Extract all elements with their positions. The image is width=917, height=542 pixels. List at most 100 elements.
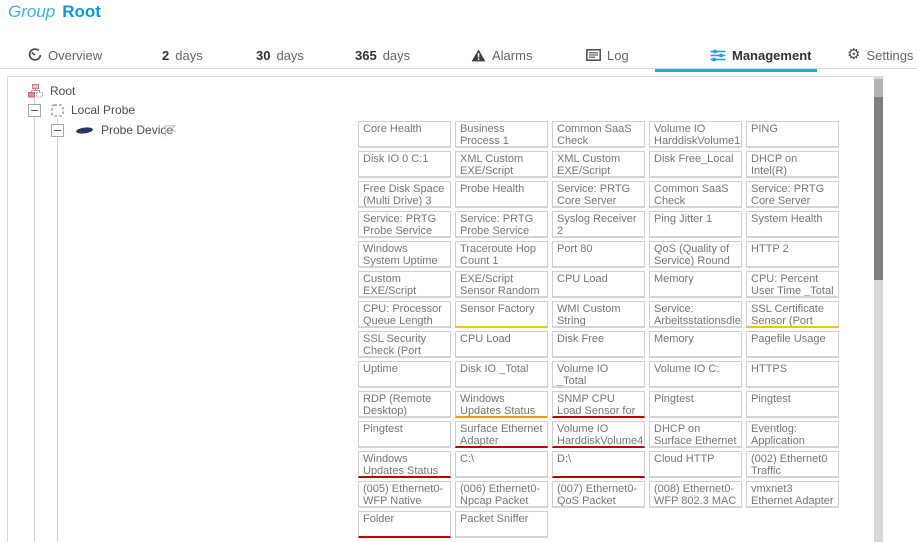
- sensor-cell[interactable]: Cloud HTTP: [649, 451, 742, 478]
- sensor-cell[interactable]: Common SaaS Check: [552, 121, 645, 148]
- sensor-cell[interactable]: HTTP 2: [746, 241, 839, 268]
- sensor-cell[interactable]: WMI Custom String: [552, 301, 645, 328]
- sensor-cell[interactable]: (006) Ethernet0-Npcap Packet: [455, 481, 548, 508]
- sensor-cell[interactable]: Pagefile Usage: [746, 331, 839, 358]
- sensor-cell[interactable]: vmxnet3 Ethernet Adapter: [746, 481, 839, 508]
- sensor-cell[interactable]: Folder: [358, 511, 451, 538]
- sensor-cell[interactable]: Core Health: [358, 121, 451, 148]
- sensor-cell[interactable]: SSL Security Check (Port 443): [358, 331, 451, 358]
- sliders-icon: [710, 49, 726, 62]
- sensor-cell[interactable]: Uptime: [358, 361, 451, 388]
- sensor-cell[interactable]: Traceroute Hop Count 1: [455, 241, 548, 268]
- page-title: GroupRoot: [8, 2, 101, 22]
- sensor-cell[interactable]: Pingtest: [358, 421, 451, 448]
- tab-management-label: Management: [732, 48, 811, 63]
- sensor-cell[interactable]: Ping Jitter 1: [649, 211, 742, 238]
- tab-2-days-number: 2: [162, 48, 169, 63]
- tab-365-days-label: days: [383, 48, 410, 63]
- sensor-cell[interactable]: C:\: [455, 451, 548, 478]
- collapse-toggle-icon[interactable]: [51, 124, 64, 137]
- sensor-cell[interactable]: HTTPS: [746, 361, 839, 388]
- tab-2-days-label: days: [175, 48, 202, 63]
- tab-management[interactable]: Management: [710, 44, 811, 66]
- content-panel-top-border: [7, 76, 884, 77]
- sensor-cell[interactable]: XML Custom EXE/Script Sensor: [552, 151, 645, 178]
- sensor-cell[interactable]: EXE/Script Sensor Random number: [455, 271, 548, 298]
- sensor-cell[interactable]: Free Disk Space (Multi Drive) 3: [358, 181, 451, 208]
- tree-item-probe-device[interactable]: Probe Device: [51, 123, 173, 137]
- sensor-cell[interactable]: Pingtest: [649, 391, 742, 418]
- sensor-cell[interactable]: Probe Health: [455, 181, 548, 208]
- sensor-cell[interactable]: DHCP on Intel(R) PRO/1000 MT: [746, 151, 839, 178]
- flag-icon[interactable]: [163, 124, 177, 142]
- sensor-cell[interactable]: Windows Updates Status: [455, 391, 548, 418]
- tree-item-local-probe-label: Local Probe: [71, 103, 135, 117]
- tab-log[interactable]: Log: [586, 44, 629, 66]
- sensor-cell[interactable]: Packet Sniffer: [455, 511, 548, 538]
- tab-30-days[interactable]: 30 days: [256, 44, 304, 66]
- tab-2-days[interactable]: 2 days: [162, 44, 203, 66]
- sensor-cell[interactable]: CPU Load: [552, 271, 645, 298]
- sensor-cell[interactable]: Syslog Receiver 2: [552, 211, 645, 238]
- sensor-cell[interactable]: Disk Free: [552, 331, 645, 358]
- tree-guide-line: [57, 118, 58, 542]
- sensor-cell[interactable]: System Health: [746, 211, 839, 238]
- tab-overview-label: Overview: [48, 48, 102, 63]
- sensor-cell[interactable]: Common SaaS Check: [649, 181, 742, 208]
- tab-alarms[interactable]: Alarms: [471, 44, 532, 66]
- sensor-cell[interactable]: Business Process 1: [455, 121, 548, 148]
- sensor-cell[interactable]: Eventlog: Application: [746, 421, 839, 448]
- group-icon: [28, 84, 43, 98]
- sensor-cell[interactable]: Windows Updates Status: [358, 451, 451, 478]
- sensor-cell[interactable]: D:\: [552, 451, 645, 478]
- tree-item-root[interactable]: Root: [28, 84, 75, 98]
- sensor-cell[interactable]: SSL Certificate Sensor (Port 443): [746, 301, 839, 328]
- sensor-cell[interactable]: Service: PRTG Core Server Service: [552, 181, 645, 208]
- sensor-cell[interactable]: (002) Ethernet0 Traffic: [746, 451, 839, 478]
- tab-alarms-label: Alarms: [492, 48, 532, 63]
- tab-365-days[interactable]: 365 days: [355, 44, 410, 66]
- sensor-cell[interactable]: CPU: Percent User Time _Total: [746, 271, 839, 298]
- sensor-cell[interactable]: Memory: [649, 271, 742, 298]
- sensor-cell[interactable]: (007) Ethernet0-QoS Packet: [552, 481, 645, 508]
- sensor-cell[interactable]: Volume IO HarddiskVolume4: [552, 421, 645, 448]
- sensor-cell[interactable]: XML Custom EXE/Script Sensor: [455, 151, 548, 178]
- tab-settings[interactable]: ⚙ Settings: [847, 44, 913, 66]
- sensor-cell[interactable]: Memory: [649, 331, 742, 358]
- content-panel-left-border: [7, 76, 8, 542]
- sensor-cell[interactable]: Disk Free_Local: [649, 151, 742, 178]
- sensor-cell[interactable]: (008) Ethernet0-WFP 802.3 MAC: [649, 481, 742, 508]
- sensor-cell[interactable]: DHCP on Surface Ethernet Adapter: [649, 421, 742, 448]
- scrollbar-upper-segment: [874, 79, 883, 97]
- sensor-cell[interactable]: Custom EXE/Script Sensor 1: [358, 271, 451, 298]
- tab-overview[interactable]: Overview: [28, 44, 102, 66]
- sensor-cell[interactable]: Pingtest: [746, 391, 839, 418]
- vertical-scrollbar[interactable]: [874, 77, 883, 542]
- tab-30-days-label: days: [276, 48, 303, 63]
- sensor-cell[interactable]: Service: Arbeitsstationsdie…: [649, 301, 742, 328]
- collapse-toggle-icon[interactable]: [28, 104, 41, 117]
- sensor-cell[interactable]: Service: PRTG Probe Service: [455, 211, 548, 238]
- tree-item-local-probe[interactable]: Local Probe: [28, 103, 135, 117]
- sensor-cell[interactable]: Disk IO _Total: [455, 361, 548, 388]
- tab-log-label: Log: [607, 48, 629, 63]
- sensor-cell[interactable]: Disk IO 0 C:1: [358, 151, 451, 178]
- sensor-cell[interactable]: (005) Ethernet0-WFP Native MAC: [358, 481, 451, 508]
- sensor-cell[interactable]: QoS (Quality of Service) Round Trip: [649, 241, 742, 268]
- sensor-cell[interactable]: Sensor Factory: [455, 301, 548, 328]
- sensor-cell[interactable]: RDP (Remote Desktop): [358, 391, 451, 418]
- sensor-cell[interactable]: Volume IO _Total: [552, 361, 645, 388]
- sensor-cell[interactable]: CPU: Processor Queue Length: [358, 301, 451, 328]
- object-name: Root: [62, 2, 101, 21]
- sensor-cell[interactable]: Port 80: [552, 241, 645, 268]
- sensor-cell[interactable]: SNMP CPU Load Sensor for Asako: [552, 391, 645, 418]
- sensor-cell[interactable]: Service: PRTG Core Server Service: [746, 181, 839, 208]
- sensor-cell[interactable]: Windows System Uptime 2: [358, 241, 451, 268]
- sensor-cell[interactable]: CPU Load: [455, 331, 548, 358]
- sensor-cell[interactable]: Service: PRTG Probe Service: [358, 211, 451, 238]
- sensor-cell[interactable]: Volume IO HarddiskVolume1: [649, 121, 742, 148]
- scrollbar-thumb[interactable]: [874, 97, 883, 280]
- sensor-cell[interactable]: Volume IO C:: [649, 361, 742, 388]
- sensor-cell[interactable]: Surface Ethernet Adapter: [455, 421, 548, 448]
- sensor-cell[interactable]: PING: [746, 121, 839, 148]
